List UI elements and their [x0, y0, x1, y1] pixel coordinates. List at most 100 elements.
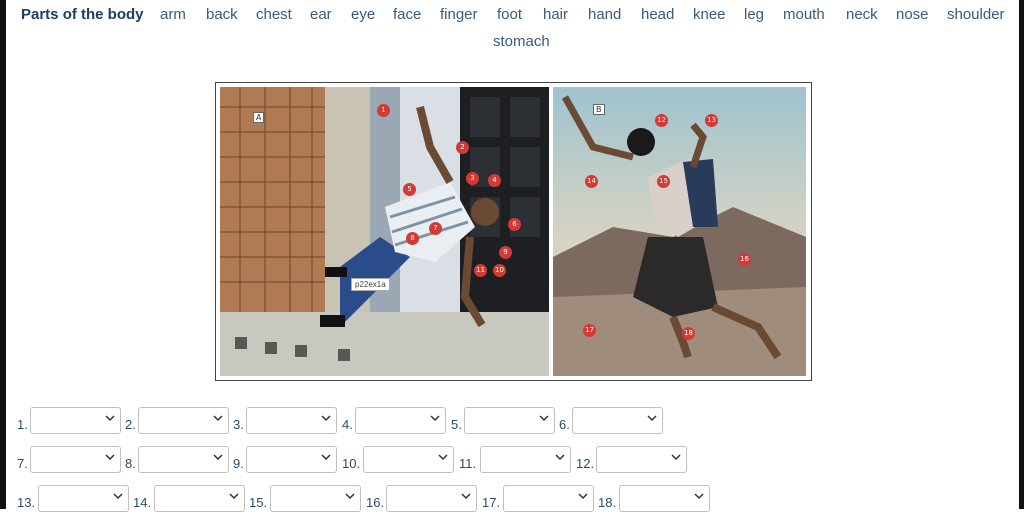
left-edge	[0, 0, 6, 509]
chevron-down-icon	[555, 454, 565, 461]
chevron-down-icon	[105, 454, 115, 461]
chevron-down-icon	[671, 454, 681, 461]
question-15-label: 15.	[249, 495, 268, 510]
image-caption: p22ex1a	[351, 278, 390, 291]
question-5-label: 5.	[451, 417, 462, 432]
word-eye[interactable]: eye	[351, 6, 375, 23]
word-arm[interactable]: arm	[160, 6, 186, 23]
question-6-label: 6.	[559, 417, 570, 432]
marker-1: 1	[377, 104, 390, 117]
question-12-label: 12.	[576, 456, 595, 471]
word-hand[interactable]: hand	[588, 6, 621, 23]
word-finger[interactable]: finger	[440, 6, 478, 23]
exercise-figure: A p22ex1a 1 2 3 4 5 6 7 8 9 10 11 B 12 1…	[215, 82, 812, 381]
photo-panel-b: B 12 13 14 15 16 17 18	[553, 87, 806, 376]
word-mouth[interactable]: mouth	[783, 6, 825, 23]
marker-15: 15	[657, 175, 670, 188]
marker-5: 5	[403, 183, 416, 196]
word-stomach[interactable]: stomach	[493, 33, 550, 50]
word-bank-title: Parts of the body	[21, 6, 144, 23]
word-neck[interactable]: neck	[846, 6, 878, 23]
question-1-label: 1.	[17, 417, 28, 432]
question-7-label: 7.	[17, 456, 28, 471]
answer-select-18[interactable]	[619, 485, 710, 512]
chevron-down-icon	[321, 454, 331, 461]
word-chest[interactable]: chest	[256, 6, 292, 23]
answer-select-10[interactable]	[363, 446, 454, 473]
chevron-down-icon	[105, 415, 115, 422]
chevron-down-icon	[229, 493, 239, 500]
answer-select-12[interactable]	[596, 446, 687, 473]
answer-select-5[interactable]	[464, 407, 555, 434]
question-16-label: 16.	[366, 495, 385, 510]
answer-select-13[interactable]	[38, 485, 129, 512]
question-3-label: 3.	[233, 417, 244, 432]
word-shoulder[interactable]: shoulder	[947, 6, 1005, 23]
word-ear[interactable]: ear	[310, 6, 332, 23]
chevron-down-icon	[430, 415, 440, 422]
chevron-down-icon	[213, 415, 223, 422]
chevron-down-icon	[461, 493, 471, 500]
chevron-down-icon	[438, 454, 448, 461]
answer-select-7[interactable]	[30, 446, 121, 473]
chevron-down-icon	[113, 493, 123, 500]
marker-2: 2	[456, 141, 469, 154]
chevron-down-icon	[539, 415, 549, 422]
question-14-label: 14.	[133, 495, 152, 510]
marker-14: 14	[585, 175, 598, 188]
answer-select-8[interactable]	[138, 446, 229, 473]
word-back[interactable]: back	[206, 6, 238, 23]
word-face[interactable]: face	[393, 6, 421, 23]
answer-select-11[interactable]	[480, 446, 571, 473]
question-4-label: 4.	[342, 417, 353, 432]
chevron-down-icon	[578, 493, 588, 500]
marker-7: 7	[429, 222, 442, 235]
marker-13: 13	[705, 114, 718, 127]
chevron-down-icon	[647, 415, 657, 422]
marker-3: 3	[466, 172, 479, 185]
marker-18: 18	[682, 327, 695, 340]
right-edge	[1019, 0, 1024, 509]
chevron-down-icon	[345, 493, 355, 500]
marker-8: 8	[406, 232, 419, 245]
marker-16: 16	[738, 253, 751, 266]
question-11-label: 11.	[459, 456, 477, 471]
chevron-down-icon	[321, 415, 331, 422]
chevron-down-icon	[694, 493, 704, 500]
answer-select-6[interactable]	[572, 407, 663, 434]
word-head[interactable]: head	[641, 6, 674, 23]
question-9-label: 9.	[233, 456, 244, 471]
word-leg[interactable]: leg	[744, 6, 764, 23]
photo-a-image	[220, 87, 549, 376]
question-8-label: 8.	[125, 456, 136, 471]
answer-select-1[interactable]	[30, 407, 121, 434]
question-18-label: 18.	[598, 495, 617, 510]
word-foot[interactable]: foot	[497, 6, 522, 23]
word-hair[interactable]: hair	[543, 6, 568, 23]
marker-6: 6	[508, 218, 521, 231]
marker-11: 11	[474, 264, 487, 277]
photo-panel-a: A p22ex1a 1 2 3 4 5 6 7 8 9 10 11	[220, 87, 549, 376]
answer-select-2[interactable]	[138, 407, 229, 434]
question-13-label: 13.	[17, 495, 36, 510]
answer-select-15[interactable]	[270, 485, 361, 512]
panel-a-label: A	[253, 112, 265, 123]
answer-select-9[interactable]	[246, 446, 337, 473]
answer-select-3[interactable]	[246, 407, 337, 434]
answer-select-4[interactable]	[355, 407, 446, 434]
chevron-down-icon	[213, 454, 223, 461]
answer-select-14[interactable]	[154, 485, 245, 512]
marker-4: 4	[488, 174, 501, 187]
marker-12: 12	[655, 114, 668, 127]
question-17-label: 17.	[482, 495, 501, 510]
question-10-label: 10.	[342, 456, 361, 471]
answer-select-16[interactable]	[386, 485, 477, 512]
word-nose[interactable]: nose	[896, 6, 929, 23]
marker-17: 17	[583, 324, 596, 337]
panel-b-label: B	[593, 104, 605, 115]
word-knee[interactable]: knee	[693, 6, 726, 23]
marker-9: 9	[499, 246, 512, 259]
marker-10: 10	[493, 264, 506, 277]
question-2-label: 2.	[125, 417, 136, 432]
answer-select-17[interactable]	[503, 485, 594, 512]
